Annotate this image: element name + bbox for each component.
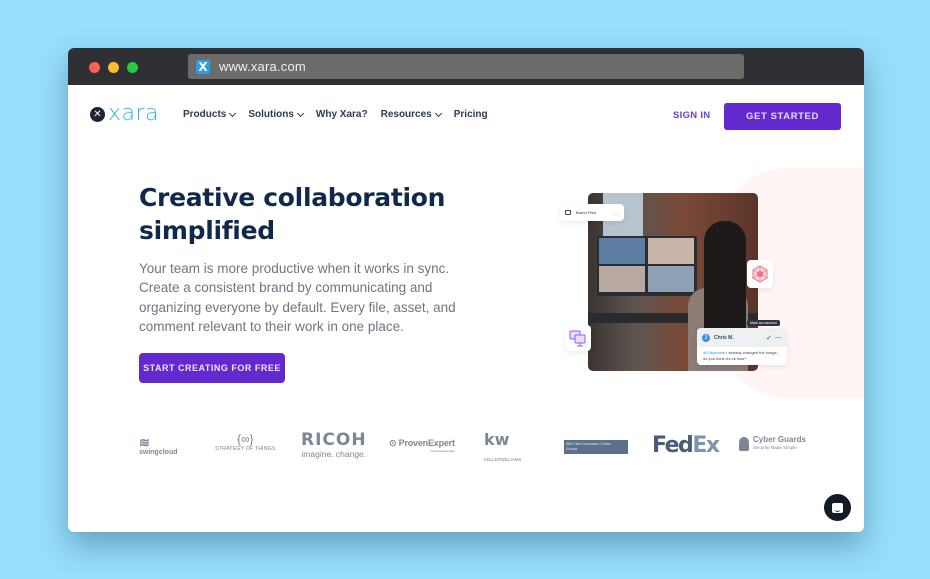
files-card-label: Brand Files bbox=[576, 210, 597, 215]
lock-icon bbox=[739, 437, 749, 451]
menu-item-why-xara[interactable]: Why Xara? bbox=[316, 109, 368, 120]
sign-in-link[interactable]: SIGN IN bbox=[673, 110, 710, 121]
video-tile bbox=[648, 266, 694, 292]
client-logos: ≋ swingcloud {∞} Strategy of Things RICO… bbox=[138, 430, 808, 463]
folder-icon bbox=[565, 210, 571, 215]
logo-ibm-cic: IBM Client Innovation Center Europe bbox=[564, 440, 628, 454]
logo-text: IBM Client Innovation Center bbox=[566, 442, 611, 446]
ai-badge-card bbox=[747, 260, 773, 288]
menu-label: Solutions bbox=[248, 109, 294, 120]
logo-tagline: KELLERWILLIAMS. bbox=[484, 457, 523, 462]
photo-person-hair bbox=[704, 221, 746, 341]
browser-window: X www.xara.com ✕ xara Products Solutions… bbox=[68, 48, 864, 532]
main-menu: Products Solutions Why Xara? Resources P… bbox=[183, 109, 501, 120]
avatar: 3 bbox=[702, 333, 710, 342]
logo-text: Strategy of Things bbox=[215, 446, 276, 452]
logo-cyber-guards: Cyber Guards Security Made Simple bbox=[739, 436, 806, 452]
ai-network-icon bbox=[752, 265, 768, 283]
logo-provenexpert: ⊙ ProvenExpert Kundenbewertungen bbox=[389, 438, 455, 453]
cloud-logo-icon: ≋ bbox=[139, 435, 150, 450]
hero-subtext: Your team is more productive when it wor… bbox=[139, 261, 456, 334]
menu-item-resources[interactable]: Resources bbox=[380, 109, 442, 120]
photo-monitor bbox=[597, 236, 697, 296]
logo-tagline: imagine. change. bbox=[301, 449, 367, 459]
chevron-down-icon bbox=[229, 109, 237, 118]
logo-tagline: Security Made Simple bbox=[753, 445, 797, 450]
chevron-down-icon bbox=[296, 109, 304, 118]
video-tile bbox=[599, 266, 645, 292]
more-icon: — bbox=[775, 334, 782, 341]
logo-ricoh: RICOH imagine. change. bbox=[301, 430, 367, 460]
comment-mention: @Stephanie bbox=[703, 350, 726, 355]
logo-text: Fed bbox=[652, 433, 694, 458]
menu-label: Pricing bbox=[453, 109, 488, 120]
logo-text: ProvenExpert bbox=[398, 438, 455, 448]
logo-text: RICOH bbox=[301, 430, 367, 450]
menu-item-products[interactable]: Products bbox=[183, 109, 237, 120]
check-icon: ✓ bbox=[766, 334, 772, 342]
logo-text: Cyber Guards bbox=[753, 435, 806, 444]
menu-item-solutions[interactable]: Solutions bbox=[248, 109, 304, 120]
logo-tagline: Kundenbewertungen bbox=[430, 449, 455, 453]
logo-text-group: Cyber Guards Security Made Simple bbox=[753, 436, 806, 452]
url-text: www.xara.com bbox=[219, 59, 306, 74]
comment-card: 3 Chris M. ✓ — @Stephanie I already chan… bbox=[697, 328, 787, 365]
more-icon: ... bbox=[613, 209, 618, 216]
logo-swingcloud: ≋ swingcloud bbox=[139, 436, 178, 456]
minimize-window-button[interactable] bbox=[108, 62, 119, 73]
brand-files-card: Brand Files ... bbox=[560, 204, 624, 221]
logo-fedex: FedEx bbox=[652, 433, 720, 458]
resolve-tooltip: Mark as resolved bbox=[747, 320, 780, 326]
menu-item-pricing[interactable]: Pricing bbox=[454, 109, 488, 120]
maximize-window-button[interactable] bbox=[127, 62, 138, 73]
browser-titlebar: X www.xara.com bbox=[68, 48, 864, 85]
xara-favicon-icon: X bbox=[196, 59, 210, 74]
video-tile bbox=[648, 238, 694, 264]
logo-strategy-of-things: {∞} Strategy of Things bbox=[215, 432, 276, 452]
comment-body: @Stephanie I already changed the image, … bbox=[697, 347, 787, 365]
chevron-down-icon bbox=[434, 109, 442, 118]
strategy-of-things-icon: {∞} bbox=[236, 432, 254, 446]
chat-icon bbox=[832, 502, 843, 513]
menu-label: Why Xara? bbox=[315, 109, 368, 120]
logo-tagline: Europe bbox=[566, 446, 578, 451]
menu-label: Products bbox=[183, 109, 227, 120]
chat-widget-button[interactable] bbox=[824, 494, 851, 521]
xara-logo-text: xara bbox=[108, 101, 160, 126]
logo-text: Ex bbox=[692, 433, 720, 458]
logo-text: swingcloud bbox=[139, 449, 178, 456]
hero-headline: Creative collaboration simplified bbox=[139, 183, 446, 245]
logo-text: kw bbox=[484, 430, 510, 449]
comment-author: Chris M. bbox=[714, 334, 734, 341]
comment-header: 3 Chris M. ✓ — bbox=[697, 328, 787, 347]
xara-logo[interactable]: ✕ xara bbox=[90, 101, 160, 126]
presentation-badge-card bbox=[565, 325, 591, 351]
logo-keller-williams: kw KELLERWILLIAMS. bbox=[484, 430, 523, 466]
address-bar[interactable]: X www.xara.com bbox=[188, 54, 744, 79]
xara-logo-icon: ✕ bbox=[90, 106, 105, 122]
video-tile bbox=[599, 238, 645, 264]
menu-label: Resources bbox=[380, 109, 432, 120]
presentation-icon bbox=[569, 330, 586, 347]
close-window-button[interactable] bbox=[89, 62, 100, 73]
check-circle-icon: ⊙ bbox=[389, 438, 399, 448]
site-header: ✕ xara Products Solutions Why Xara? Reso… bbox=[68, 85, 864, 145]
start-creating-button[interactable]: START CREATING FOR FREE bbox=[139, 353, 285, 383]
get-started-button[interactable]: GET STARTED bbox=[724, 103, 841, 130]
